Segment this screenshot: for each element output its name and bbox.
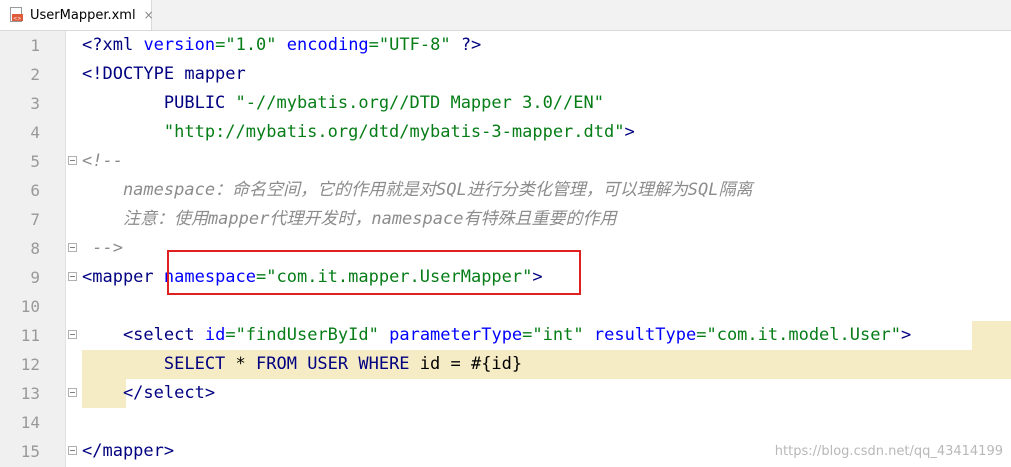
code-text[interactable]: --> <box>82 234 123 263</box>
code-line: 4 "http://mybatis.org/dtd/mybatis-3-mapp… <box>0 118 1011 147</box>
fold-toggle-icon[interactable] <box>68 446 77 455</box>
line-number: 12 <box>20 355 40 374</box>
code-line: 14 <box>0 408 1011 437</box>
line-number: 8 <box>30 239 40 258</box>
line-number: 5 <box>30 152 40 171</box>
watermark: https://blog.csdn.net/qq_43414199 <box>774 444 1003 459</box>
code-line: 7 注意：使用mapper代理开发时，namespace有特殊且重要的作用 <box>0 205 1011 234</box>
code-line: 13 </select> <box>0 379 1011 408</box>
code-line: 2 <!DOCTYPE mapper <box>0 60 1011 89</box>
code-text[interactable]: <!-- <box>82 147 123 176</box>
code-editor[interactable]: 1 <?xml version="1.0" encoding="UTF-8" ?… <box>0 31 1011 467</box>
code-text[interactable]: <?xml version="1.0" encoding="UTF-8" ?> <box>82 31 481 60</box>
fold-toggle-icon[interactable] <box>68 156 77 165</box>
line-number: 13 <box>20 384 40 403</box>
code-text[interactable]: </select> <box>82 379 215 408</box>
line-number: 14 <box>20 413 40 432</box>
code-text[interactable]: "http://mybatis.org/dtd/mybatis-3-mapper… <box>82 118 635 147</box>
tab-label: UserMapper.xml <box>30 7 136 23</box>
code-text[interactable]: </mapper> <box>82 437 174 466</box>
code-line: 6 namespace：命名空间，它的作用就是对SQL进行分类化管理，可以理解为… <box>0 176 1011 205</box>
line-number: 6 <box>30 181 40 200</box>
line-number: 7 <box>30 210 40 229</box>
line-number: 2 <box>30 65 40 84</box>
code-text[interactable]: namespace：命名空间，它的作用就是对SQL进行分类化管理，可以理解为SQ… <box>82 176 753 205</box>
line-number: 9 <box>30 268 40 287</box>
close-icon[interactable]: × <box>144 8 154 22</box>
editor-tab-bar: <> UserMapper.xml × <box>0 0 1011 31</box>
tab-usermapper-xml[interactable]: <> UserMapper.xml × <box>0 0 154 30</box>
svg-text:<>: <> <box>13 16 21 22</box>
line-number: 3 <box>30 94 40 113</box>
code-line: 1 <?xml version="1.0" encoding="UTF-8" ?… <box>0 31 1011 60</box>
line-number: 15 <box>20 442 40 461</box>
xml-file-icon: <> <box>10 7 24 23</box>
fold-toggle-icon[interactable] <box>68 243 77 252</box>
code-text[interactable]: <!DOCTYPE mapper <box>82 60 246 89</box>
fold-toggle-icon[interactable] <box>68 330 77 339</box>
code-line: 3 PUBLIC "-//mybatis.org//DTD Mapper 3.0… <box>0 89 1011 118</box>
fold-toggle-icon[interactable] <box>68 388 77 397</box>
code-line: 5 <!-- <box>0 147 1011 176</box>
line-number: 11 <box>20 326 40 345</box>
code-line: 11 <select id="findUserById" parameterTy… <box>0 321 1011 350</box>
fold-toggle-icon[interactable] <box>68 272 77 281</box>
code-text[interactable]: PUBLIC "-//mybatis.org//DTD Mapper 3.0//… <box>82 89 604 118</box>
code-line: 10 <box>0 292 1011 321</box>
code-text[interactable]: 注意：使用mapper代理开发时，namespace有特殊且重要的作用 <box>82 205 617 234</box>
code-text[interactable]: SELECT * FROM USER WHERE id = #{id} <box>82 350 522 379</box>
code-text[interactable]: <select id="findUserById" parameterType=… <box>82 321 911 350</box>
code-line: 12 SELECT * FROM USER WHERE id = #{id} <box>0 350 1011 379</box>
line-number: 10 <box>20 297 40 316</box>
line-number: 1 <box>30 36 40 55</box>
line-number: 4 <box>30 123 40 142</box>
namespace-annotation-box <box>167 250 581 295</box>
